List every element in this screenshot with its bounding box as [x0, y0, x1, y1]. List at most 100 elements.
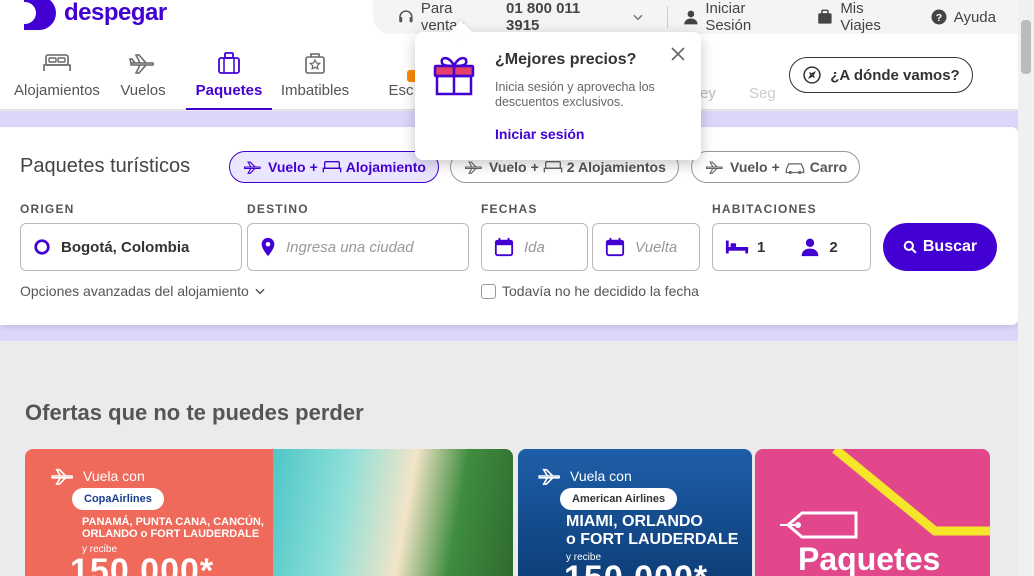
dates-label: FECHAS — [481, 202, 538, 216]
where-to-go-button[interactable]: ¿A dónde vamos? — [789, 57, 973, 93]
bed-icon — [322, 161, 342, 173]
chip-text: Vuelo — [730, 159, 768, 175]
brand-logo[interactable]: despegar — [24, 0, 167, 30]
origin-circle-icon — [34, 239, 50, 255]
beach-image — [273, 449, 513, 576]
promo-vuela-text: Vuela con — [83, 468, 145, 484]
brand-name: despegar — [64, 0, 167, 26]
rooms-label: HABITACIONES — [712, 202, 817, 216]
bed-icon — [43, 54, 71, 71]
copa-logo-text: CopaAirlines — [84, 493, 152, 505]
chip-vuelo-alojamiento[interactable]: Vuelo + Alojamiento — [229, 151, 439, 183]
plane-icon — [129, 54, 154, 74]
plane-icon — [465, 161, 482, 174]
nav-partial-label[interactable]: Seg — [749, 85, 776, 102]
promo-line: MIAMI, ORLANDO — [566, 513, 703, 530]
bed-icon — [725, 240, 749, 254]
car-icon — [785, 163, 805, 175]
scrollbar-thumb[interactable] — [1021, 20, 1031, 74]
search-button-label: Buscar — [922, 238, 978, 255]
headset-icon — [399, 10, 413, 23]
map-pin-icon — [261, 237, 275, 257]
nav-label: Esc — [388, 82, 414, 99]
logo-mark — [24, 0, 56, 30]
close-icon[interactable] — [670, 46, 686, 62]
star-bag-icon — [305, 53, 325, 74]
plane-icon — [51, 468, 74, 485]
origin-value: Bogotá, Colombia — [61, 238, 190, 256]
my-trips-link[interactable]: Mis Viajes — [816, 0, 907, 34]
offers-title: Ofertas que no te puedes perder — [25, 400, 364, 425]
nav-label: Alojamientos — [14, 82, 100, 99]
popover-title: ¿Mejores precios? — [495, 51, 637, 68]
promo-banner-copa[interactable]: Vuela con CopaAirlines PANAMÁ, PUNTA CAN… — [25, 449, 513, 576]
login-popover: ¿Mejores precios? Inicia sesión y aprove… — [415, 32, 701, 160]
compass-icon — [803, 66, 821, 84]
where-to-go-label: ¿A dónde vamos? — [830, 66, 960, 84]
nav-item-paquetes[interactable]: Paquetes — [186, 48, 272, 110]
gift-icon — [433, 56, 475, 96]
vuelta-date-field[interactable]: Vuelta — [592, 223, 700, 271]
destination-field[interactable]: Ingresa una ciudad — [247, 223, 469, 271]
login-link[interactable]: Iniciar Sesión — [682, 0, 795, 34]
undecided-label: Todavía no he decidido la fecha — [502, 283, 699, 299]
promo-line: o FORT LAUDERDALE — [566, 531, 739, 548]
origin-field[interactable]: Bogotá, Colombia — [20, 223, 242, 271]
popover-login-link[interactable]: Iniciar sesión — [495, 126, 584, 142]
destination-label: DESTINO — [247, 202, 309, 216]
ida-date-field[interactable]: Ida — [481, 223, 588, 271]
sales-phone-link[interactable]: Para ventas 01 800 011 3915 — [397, 0, 645, 34]
promo-line: PANAMÁ, PUNTA CANA, CANCÚN, — [82, 516, 264, 528]
promo-vuela-text: Vuela con — [570, 468, 632, 484]
promo-amount: 150.000* — [564, 559, 708, 576]
popover-body: Inicia sesión y aprovecha los descuentos… — [495, 80, 655, 109]
page-scrollbar[interactable] — [1018, 0, 1034, 576]
suitcase-icon — [218, 52, 240, 74]
nav-partial-label[interactable]: ey — [700, 85, 716, 102]
sales-phone: 01 800 011 3915 — [506, 0, 581, 34]
promo-amount: 150.000* — [70, 552, 215, 576]
calendar-icon — [605, 237, 625, 257]
nav-item-vuelos[interactable]: Vuelos — [100, 48, 186, 110]
promo-line: ORLANDO o FORT LAUDERDALE — [82, 528, 260, 540]
search-title: Paquetes turísticos — [20, 155, 191, 177]
chip-vuelo-carro[interactable]: Vuelo + Carro — [691, 151, 861, 183]
help-icon: ? — [931, 9, 947, 25]
chip-text: Carro — [809, 159, 848, 175]
search-button[interactable]: Buscar — [883, 223, 997, 271]
plane-icon — [244, 161, 261, 174]
american-logo-text: American Airlines — [572, 493, 666, 505]
nav-item-alojamientos[interactable]: Alojamientos — [14, 48, 100, 110]
copa-logo: CopaAirlines — [72, 488, 164, 510]
user-icon — [683, 10, 698, 25]
destination-placeholder: Ingresa una ciudad — [286, 238, 414, 256]
origin-label: ORIGEN — [20, 202, 75, 216]
bed-icon — [543, 161, 563, 173]
login-label: Iniciar Sesión — [705, 0, 752, 34]
tag-icon — [780, 511, 858, 539]
chip-text: Vuelo — [268, 159, 306, 175]
user-icon — [802, 238, 819, 257]
nav-item-imbatibles[interactable]: Imbatibles — [272, 48, 358, 110]
plane-icon — [706, 161, 723, 174]
promo-vuela: Vuela con — [49, 467, 145, 485]
calendar-icon — [494, 237, 514, 257]
help-link[interactable]: ? Ayuda — [930, 8, 996, 26]
undecided-checkbox[interactable] — [481, 283, 496, 299]
advanced-options-toggle[interactable]: Opciones avanzadas del alojamiento — [20, 283, 267, 299]
chip-text: 2 Alojamientos — [566, 159, 666, 175]
plane-icon — [538, 468, 561, 485]
suitcase-icon — [818, 9, 833, 24]
ida-placeholder: Ida — [524, 238, 545, 256]
rooms-guests-field[interactable]: 1 2 — [712, 223, 871, 271]
promo-banner-american[interactable]: Vuela con American Airlines MIAMI, ORLAN… — [518, 449, 752, 576]
my-trips-label: Mis Viajes — [840, 0, 881, 34]
guests-count: 2 — [829, 238, 838, 256]
american-airlines-logo: American Airlines — [560, 488, 678, 510]
paquetes-promo-title: Paquetes — [798, 541, 941, 576]
promo-banner-paquetes[interactable]: Paquetes — [755, 449, 990, 576]
help-label: Ayuda — [953, 8, 996, 26]
divider — [666, 6, 668, 28]
undecided-date-option[interactable]: Todavía no he decidido la fecha — [481, 283, 699, 299]
nav-label: Vuelos — [120, 82, 166, 99]
